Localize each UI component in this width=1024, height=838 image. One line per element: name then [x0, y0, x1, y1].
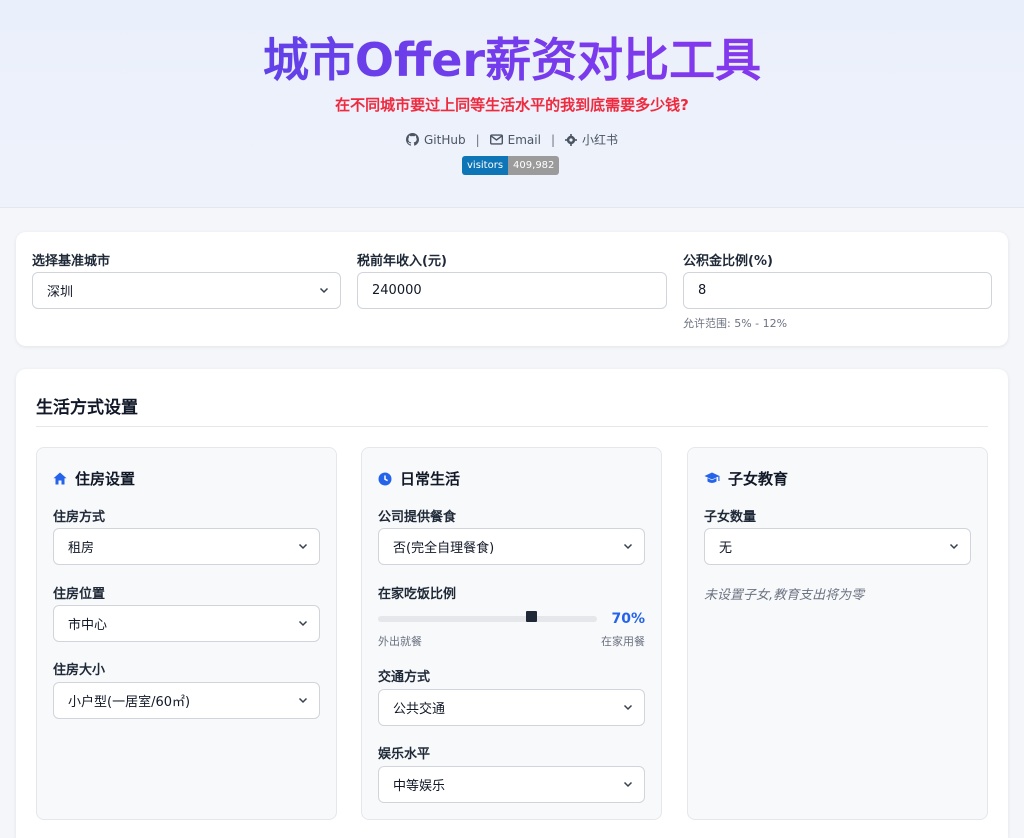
- home-icon: [53, 472, 67, 485]
- education-panel: 子女教育 子女数量 无 未设置子女,教育支出将为零: [687, 447, 988, 820]
- housing-location-label: 住房位置: [53, 587, 106, 602]
- section-divider: [36, 426, 988, 427]
- visitors-badge: visitors 409,982: [462, 156, 560, 175]
- page-title: 城市Offer薪资对比工具: [0, 24, 1024, 90]
- gear-icon: [564, 133, 577, 146]
- daily-panel: 日常生活 公司提供餐食 否(完全自理餐食) 在家吃饭比例 70% 外出就餐 在家…: [361, 447, 662, 820]
- visitors-badge-label: visitors: [462, 156, 509, 175]
- chevron-down-icon: [949, 543, 959, 550]
- home-ratio-value: 70%: [611, 611, 645, 627]
- entertainment-select-value: 中等娱乐: [393, 779, 446, 794]
- chevron-down-icon: [623, 543, 633, 550]
- email-link[interactable]: Email: [489, 132, 541, 147]
- fund-hint: 允许范围: 5% - 12%: [683, 317, 788, 330]
- home-ratio-label: 在家吃饭比例: [378, 587, 457, 602]
- housing-location-select[interactable]: 市中心: [53, 605, 320, 642]
- github-icon: [406, 133, 419, 146]
- education-note: 未设置子女,教育支出将为零: [704, 588, 865, 603]
- housing-panel-title: 住房设置: [53, 468, 135, 489]
- children-label: 子女数量: [704, 510, 757, 525]
- entertainment-label: 娱乐水平: [378, 747, 431, 762]
- transport-select[interactable]: 公共交通: [378, 689, 645, 726]
- clock-icon: [378, 472, 392, 485]
- fund-input-value: 8: [698, 283, 707, 298]
- slider-max-label: 在家用餐: [601, 635, 645, 648]
- city-select-value: 深圳: [47, 285, 74, 300]
- housing-size-value: 小户型(一居室/60㎡): [68, 695, 191, 710]
- chevron-down-icon: [319, 287, 329, 294]
- housing-size-label: 住房大小: [53, 663, 106, 678]
- chevron-down-icon: [298, 543, 308, 550]
- xiaohongshu-link[interactable]: 小红书: [564, 131, 618, 148]
- housing-type-label: 住房方式: [53, 510, 106, 525]
- housing-type-value: 租房: [68, 541, 95, 556]
- meal-label: 公司提供餐食: [378, 510, 457, 525]
- chevron-down-icon: [298, 620, 308, 627]
- entertainment-select[interactable]: 中等娱乐: [378, 766, 645, 803]
- chevron-down-icon: [298, 697, 308, 704]
- city-label: 选择基准城市: [32, 254, 111, 269]
- chevron-down-icon: [623, 781, 633, 788]
- xiaohongshu-link-label: 小红书: [581, 133, 618, 147]
- lifestyle-title: 生活方式设置: [36, 398, 138, 418]
- children-select[interactable]: 无: [704, 528, 971, 565]
- education-title-text: 子女教育: [728, 470, 789, 488]
- graduation-cap-icon: [704, 472, 720, 483]
- meal-select-value: 否(完全自理餐食): [393, 541, 495, 556]
- daily-panel-title: 日常生活: [378, 468, 460, 489]
- page-subtitle: 在不同城市要过上同等生活水平的我到底需要多少钱?: [335, 96, 689, 114]
- housing-location-value: 市中心: [68, 618, 108, 633]
- fund-label: 公积金比例(%): [683, 254, 773, 269]
- income-label: 税前年收入(元): [357, 254, 447, 269]
- link-separator: |: [475, 132, 480, 147]
- slider-min-label: 外出就餐: [378, 635, 422, 648]
- base-settings-card: 选择基准城市 深圳 税前年收入(元) 240000 公积金比例(%) 8 允许范…: [16, 232, 1008, 346]
- github-link-label: GitHub: [424, 132, 466, 147]
- transport-select-value: 公共交通: [393, 702, 446, 717]
- link-separator: |: [550, 132, 555, 147]
- visitors-badge-count: 409,982: [508, 156, 560, 175]
- home-ratio-slider[interactable]: [378, 611, 597, 622]
- slider-thumb[interactable]: [525, 611, 537, 622]
- education-panel-title: 子女教育: [704, 468, 788, 489]
- housing-title-text: 住房设置: [75, 470, 136, 488]
- lifestyle-card: 生活方式设置 住房设置 住房方式 租房 住房位置 市中心 住房大小 小户型(一居…: [16, 369, 1008, 838]
- daily-title-text: 日常生活: [400, 470, 461, 488]
- meal-select[interactable]: 否(完全自理餐食): [378, 528, 645, 565]
- income-input-value: 240000: [372, 283, 422, 298]
- income-input[interactable]: 240000: [357, 272, 667, 309]
- page-header: 城市Offer薪资对比工具 在不同城市要过上同等生活水平的我到底需要多少钱? G…: [0, 0, 1024, 208]
- fund-input[interactable]: 8: [683, 272, 992, 309]
- email-link-label: Email: [507, 132, 541, 147]
- housing-type-select[interactable]: 租房: [53, 528, 320, 565]
- chevron-down-icon: [623, 704, 633, 711]
- housing-size-select[interactable]: 小户型(一居室/60㎡): [53, 682, 320, 719]
- children-select-value: 无: [719, 541, 733, 556]
- housing-panel: 住房设置 住房方式 租房 住房位置 市中心 住房大小 小户型(一居室/60㎡): [36, 447, 337, 820]
- transport-label: 交通方式: [378, 670, 431, 685]
- github-link[interactable]: GitHub: [406, 133, 466, 147]
- city-select[interactable]: 深圳: [32, 272, 341, 309]
- email-icon: [489, 134, 503, 145]
- header-links: GitHub | Email | 小红书: [0, 131, 1024, 148]
